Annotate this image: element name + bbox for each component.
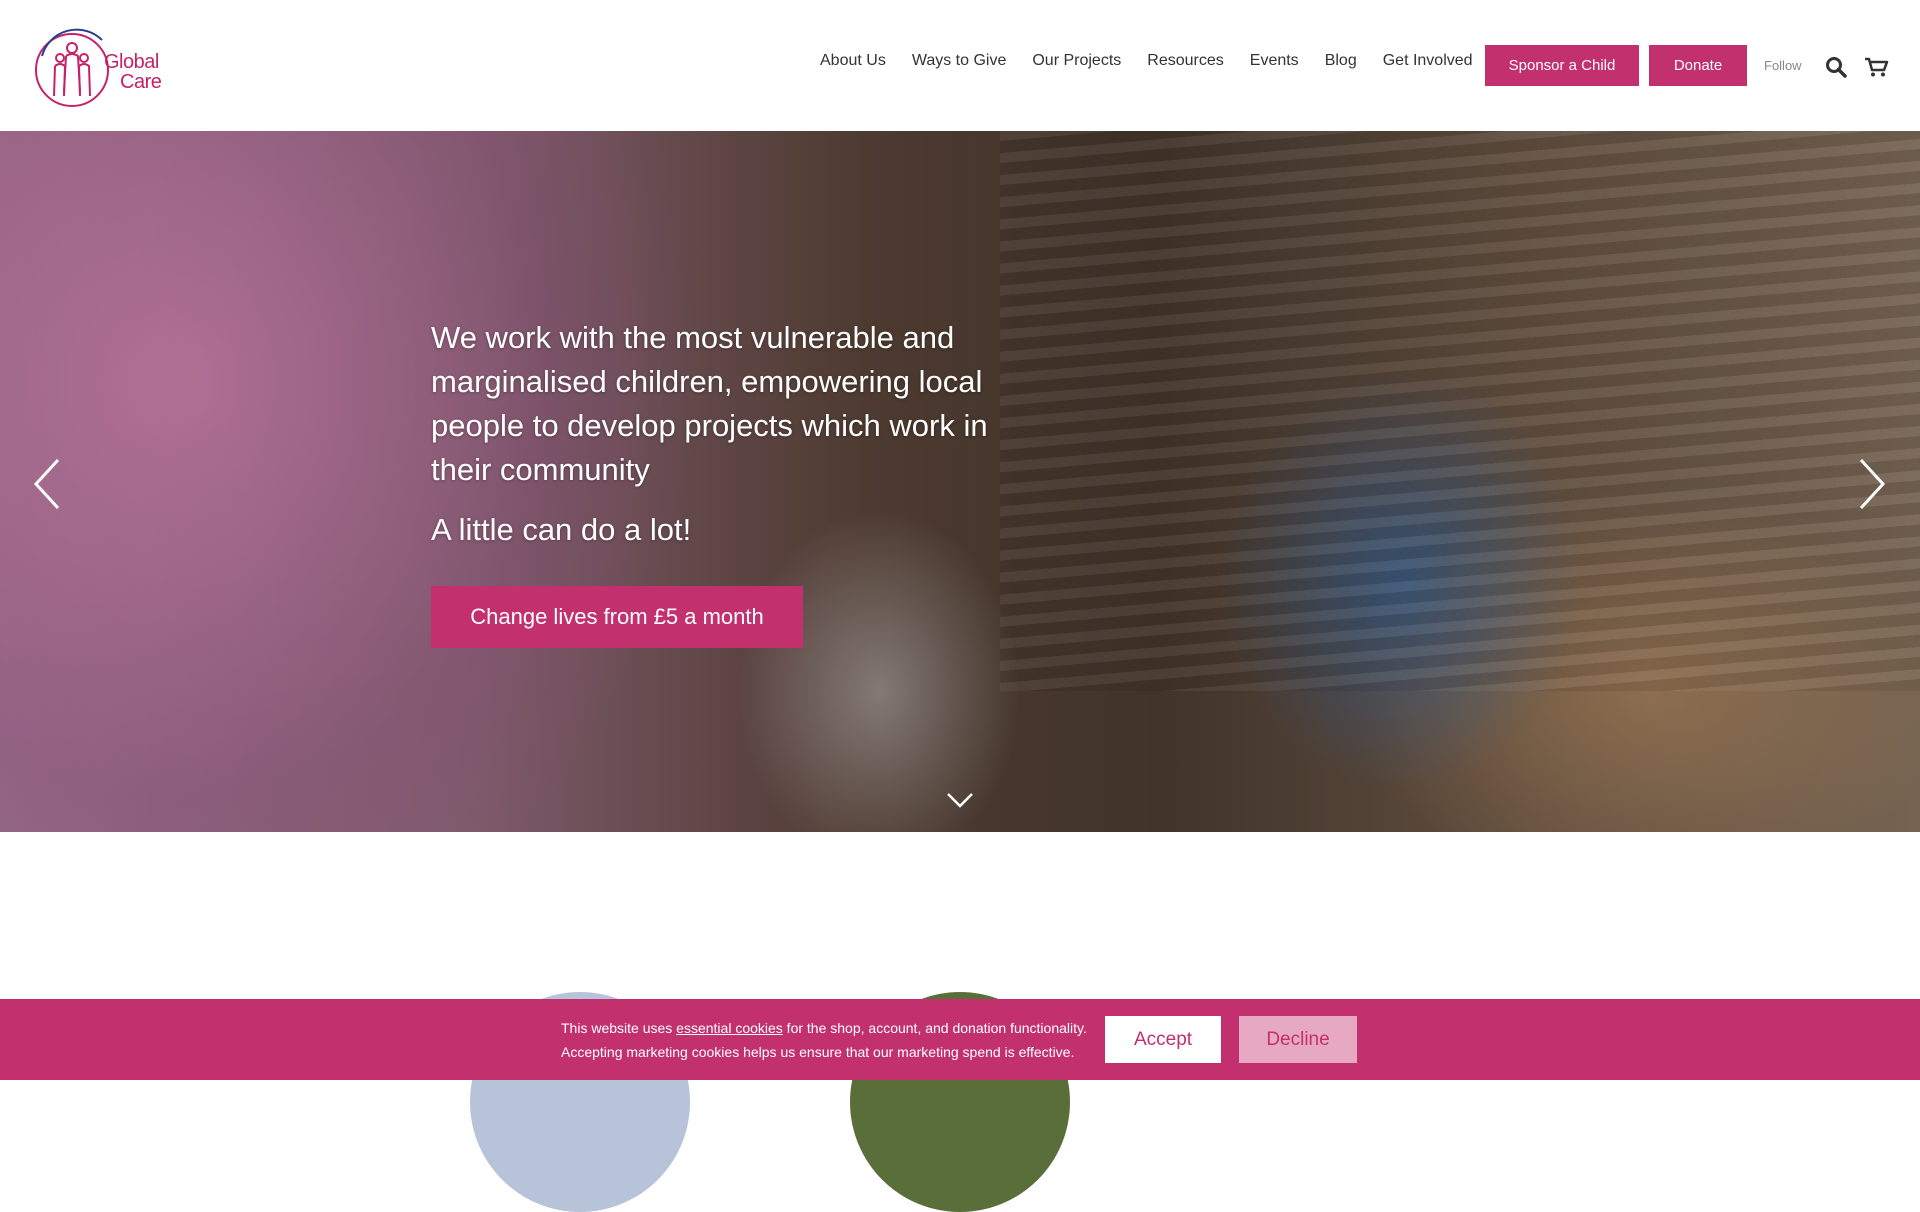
cart-icon[interactable] [1864,56,1890,78]
chevron-right-icon[interactable] [1855,456,1887,512]
logo-line-1: Global [104,51,159,73]
accept-cookies-button[interactable]: Accept [1105,1016,1221,1063]
follow-label[interactable]: Follow [1764,58,1802,73]
donate-button[interactable]: Donate [1649,45,1747,86]
cookie-banner: This website uses essential cookies for … [0,999,1920,1080]
hero-carousel: We work with the most vulnerable and mar… [0,131,1920,832]
chevron-left-icon[interactable] [32,456,64,512]
nav-item-get-involved[interactable]: Get Involved [1383,52,1473,70]
sponsor-a-child-button[interactable]: Sponsor a Child [1485,45,1639,86]
hero-text-block: We work with the most vulnerable and mar… [431,316,991,550]
search-icon[interactable] [1825,56,1847,78]
cookie-message: This website uses essential cookies for … [561,1020,1087,1060]
essential-cookies-link[interactable]: essential cookies [676,1020,783,1036]
change-lives-button[interactable]: Change lives from £5 a month [431,586,803,648]
main-nav: About Us Ways to Give Our Projects Resou… [820,52,1499,70]
site-header: Global Care About Us Ways to Give Our Pr… [0,0,1920,131]
nav-item-about-us[interactable]: About Us [820,52,886,70]
hero-subhead: A little can do a lot! [431,512,692,547]
hero-headline: We work with the most vulnerable and mar… [431,320,988,487]
nav-item-resources[interactable]: Resources [1147,52,1223,70]
logo-line-2: Care [120,71,162,93]
nav-item-events[interactable]: Events [1250,52,1299,70]
nav-item-blog[interactable]: Blog [1325,52,1357,70]
global-care-logo[interactable]: Global Care [28,16,168,116]
nav-item-ways-to-give[interactable]: Ways to Give [912,52,1007,70]
nav-item-our-projects[interactable]: Our Projects [1032,52,1121,70]
decline-cookies-button[interactable]: Decline [1239,1016,1357,1063]
chevron-down-icon[interactable] [946,791,974,809]
logo-wordmark: Global Care [104,51,162,93]
